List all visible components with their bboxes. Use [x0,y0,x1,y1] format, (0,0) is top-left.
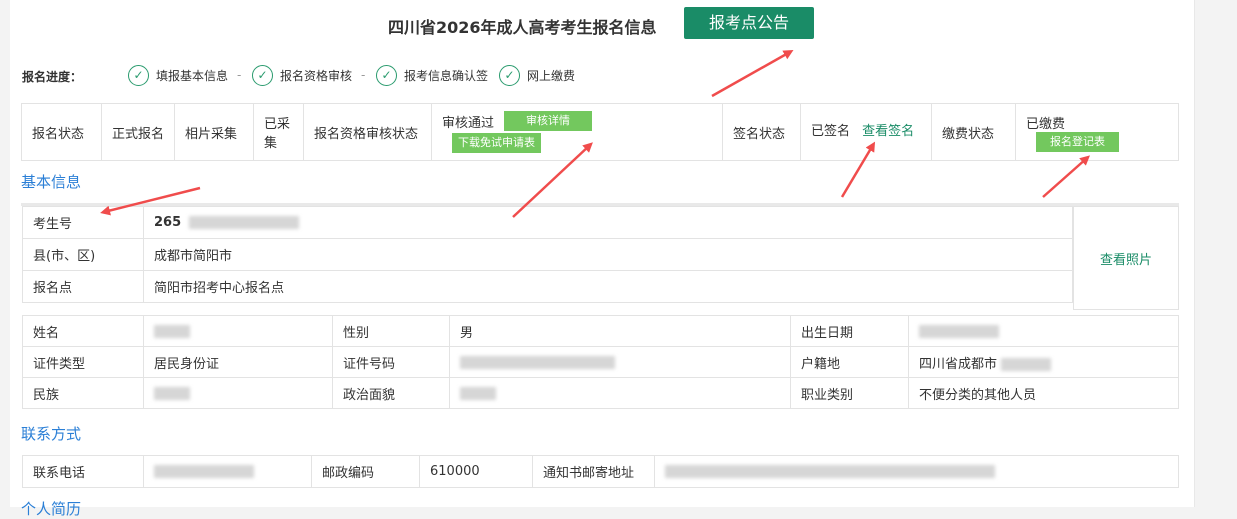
view-signature-link[interactable]: 查看签名 [862,124,914,139]
redacted-value [154,465,254,478]
check-circle-icon: ✓ [252,64,273,86]
download-form-button[interactable]: 下载免试申请表 [452,133,541,153]
photo-status-label: 相片采集 [174,103,254,161]
step-label: 网上缴费 [527,68,576,83]
job-value: 不便分类的其他人员 [908,377,1179,409]
hukou-label: 户籍地 [790,346,909,378]
personal-info-table: 姓名 性别 男 出生日期 证件类型 居民身份证 证件号码 户籍地 四川省成都市 … [22,315,1179,409]
basic-info-table: 考生号 265 县(市、区) 成都市简阳市 报名点 简阳市招考中心报名点 [22,206,1073,303]
redacted-value [154,386,190,400]
notice-button[interactable]: 报考点公告 [684,7,814,39]
registration-form-button[interactable]: 报名登记表 [1036,131,1119,152]
phone-label: 联系电话 [22,455,144,488]
id-type-value: 居民身份证 [143,346,333,378]
nation-value [143,377,333,409]
view-photo-link[interactable]: 查看照片 [1100,249,1152,268]
section-resume: 个人简历 [21,500,82,518]
contact-table: 联系电话 邮政编码 610000 通知书邮寄地址 [22,455,1179,488]
postcode-label: 邮政编码 [311,455,420,488]
progress-step-1: ✓ 填报基本信息 [128,64,228,86]
redacted-value [154,324,190,338]
photo-status-value: 已采集 [253,103,304,161]
review-status-label: 报名资格审核状态 [303,103,432,161]
progress-label: 报名进度： [22,70,83,84]
county-value: 成都市简阳市 [143,238,1073,271]
name-label: 姓名 [22,315,144,347]
gender-value: 男 [449,315,791,347]
redacted-value [460,355,615,369]
sign-status-cell: 已签名 查看签名 [800,103,932,161]
hukou-value: 四川省成都市 [919,356,998,372]
step-label: 报考信息确认签 [404,68,489,83]
check-circle-icon: ✓ [128,64,149,86]
politics-value [449,377,791,409]
redacted-value [919,324,999,338]
page-title: 四川省2026年成人高考考生报名信息 [388,18,657,37]
step-separator: - [361,68,366,82]
exam-no-value: 265 [154,215,182,230]
progress-step-4: ✓ 网上缴费 [499,64,575,86]
exam-no-label: 考生号 [22,206,144,239]
review-status-value: 审核通过 [442,115,495,131]
progress-step-2: ✓ 报名资格审核 [252,64,352,86]
pay-status-cell: 已缴费 报名登记表 [1015,103,1179,161]
redacted-value [1001,357,1052,371]
check-circle-icon: ✓ [376,64,397,86]
job-label: 职业类别 [790,377,909,409]
review-detail-button[interactable]: 审核详情 [504,111,593,131]
progress-step-3: ✓ 报考信息确认签 [376,64,488,86]
reg-status-value: 正式报名 [101,103,175,161]
sign-status-value: 已签名 [811,124,851,139]
photo-box: 查看照片 [1073,206,1179,310]
redacted-value [665,465,995,478]
address-value [654,455,1179,488]
check-circle-icon: ✓ [499,64,520,86]
redacted-value [460,386,496,400]
status-table: 报名状态 正式报名 相片采集 已采集 报名资格审核状态 审核通过 审核详情 下载… [21,103,1179,161]
birth-label: 出生日期 [790,315,909,347]
sign-status-label: 签名状态 [722,103,801,161]
site-label: 报名点 [22,270,144,303]
id-type-label: 证件类型 [22,346,144,378]
address-label: 通知书邮寄地址 [532,455,655,488]
name-value [143,315,333,347]
exam-no-cell: 265 [143,206,1073,239]
county-label: 县(市、区) [22,238,144,271]
pay-status-label: 缴费状态 [931,103,1016,161]
birth-value [908,315,1179,347]
postcode-value: 610000 [419,455,533,488]
reg-status-label: 报名状态 [21,103,102,161]
gender-label: 性别 [332,315,450,347]
review-status-cell: 审核通过 审核详情 下载免试申请表 [431,103,723,161]
phone-value [143,455,312,488]
step-separator: - [237,68,242,82]
step-label: 填报基本信息 [156,68,229,83]
site-value: 简阳市招考中心报名点 [143,270,1073,303]
redacted-value [189,216,300,229]
id-number-value [449,346,791,378]
pay-status-value: 已缴费 [1026,116,1066,132]
section-basic-info: 基本信息 [21,173,82,191]
politics-label: 政治面貌 [332,377,450,409]
step-label: 报名资格审核 [280,68,353,83]
nation-label: 民族 [22,377,144,409]
id-number-label: 证件号码 [332,346,450,378]
hukou-cell: 四川省成都市 [908,346,1179,378]
section-contact: 联系方式 [21,425,82,443]
